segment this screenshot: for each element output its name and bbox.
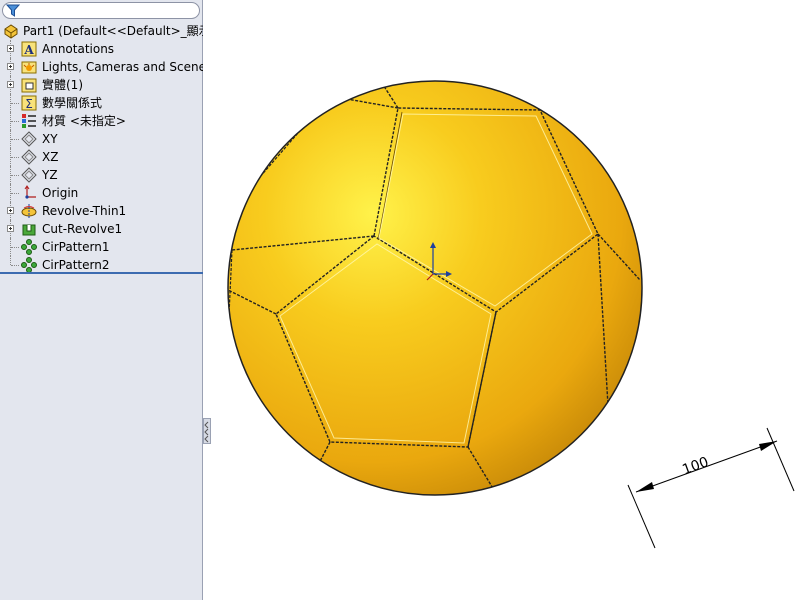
plane-icon [21,167,37,183]
tree-item-label: Annotations [42,42,115,56]
expand-toggle[interactable] [7,81,14,88]
tree-item-revolve-thin1[interactable]: Revolve-Thin1 [0,202,203,220]
tree-item-material[interactable]: 材質 <未指定> [0,112,203,130]
tree-item-label: YZ [42,168,58,182]
tree-item-solid-bodies[interactable]: 實體(1) [0,76,203,94]
filter-icon[interactable] [6,4,20,17]
feature-manager-panel: Part1 (Default<<Default>_顯示狀態 1>) A Anno… [0,0,203,600]
tree-item-equations[interactable]: Σ 數學關係式 [0,94,203,112]
tree-item-cirpattern1[interactable]: CirPattern1 [0,238,203,256]
feature-tree: Part1 (Default<<Default>_顯示狀態 1>) A Anno… [0,22,203,274]
tree-item-label: Revolve-Thin1 [42,204,127,218]
equations-icon: Σ [21,95,37,111]
revolve-icon [21,204,37,218]
tree-item-origin[interactable]: Origin [0,184,203,202]
plane-icon [21,131,37,147]
tree-item-label: CirPattern1 [42,240,110,254]
tree-item-label: 實體(1) [42,78,83,92]
tree-item-plane-xy[interactable]: XY [0,130,203,148]
solid-bodies-icon [21,78,37,93]
cut-revolve-icon [22,224,36,236]
origin-icon [24,185,36,199]
tree-item-plane-xz[interactable]: XZ [0,148,203,166]
expand-toggle[interactable] [7,225,14,232]
tree-divider [0,272,203,274]
annotations-icon: A [21,41,37,57]
soccer-ball-model[interactable] [226,80,643,500]
tree-item-cut-revolve1[interactable]: Cut-Revolve1 [0,220,203,238]
tree-item-annotations[interactable]: A Annotations [0,40,203,58]
graphics-viewport[interactable]: 100 [204,0,800,600]
tree-item-label: Origin [42,186,79,200]
lights-icon [21,61,37,74]
expand-toggle[interactable] [7,45,14,52]
svg-text:Σ: Σ [25,97,33,111]
expand-toggle[interactable] [7,207,14,214]
tree-item-part[interactable]: Part1 (Default<<Default>_顯示狀態 1>) [0,22,203,40]
circular-pattern-icon [21,257,37,273]
tree-item-label: XY [42,132,58,146]
dimension-value[interactable]: 100 [680,454,711,478]
material-icon [22,114,36,128]
dimension-annotation[interactable]: 100 [627,427,795,549]
tree-item-label: 數學關係式 [42,96,103,110]
tree-item-label: 材質 <未指定> [42,114,126,128]
tree-item-label: Lights, Cameras and Scene [42,60,203,74]
feature-filter-input[interactable] [2,2,200,19]
tree-item-label: Cut-Revolve1 [42,222,123,236]
svg-text:A: A [23,43,34,57]
expand-toggle[interactable] [7,63,14,70]
tree-item-plane-yz[interactable]: YZ [0,166,203,184]
tree-item-lights-cameras-scene[interactable]: Lights, Cameras and Scene [0,58,203,76]
plane-icon [21,149,37,165]
circular-pattern-icon [21,239,37,255]
part-icon [4,24,18,39]
tree-item-label: XZ [42,150,59,164]
tree-item-part-label: Part1 (Default<<Default>_顯示狀態 1>) [23,24,203,38]
